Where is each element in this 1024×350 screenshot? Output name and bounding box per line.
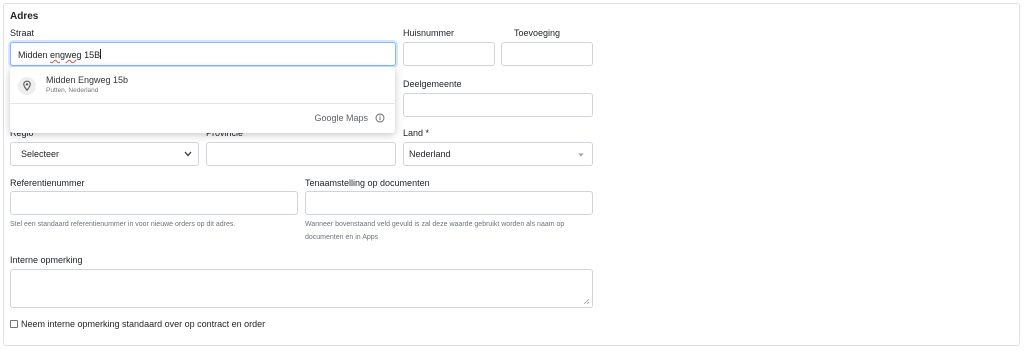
country-label: Land * <box>403 128 430 138</box>
document-name-label: Tenaamstelling op documenten <box>305 178 430 188</box>
internal-note-textarea[interactable] <box>10 269 593 308</box>
suggestion-main-text: Midden Engweg 15b <box>46 75 129 85</box>
autocomplete-dropdown: Midden Engweg 15b Putten, Nederland Goog… <box>10 67 395 133</box>
street-label: Straat <box>10 28 35 38</box>
district-input[interactable] <box>403 93 593 117</box>
internal-note-default-checkbox[interactable] <box>10 320 18 328</box>
province-input[interactable] <box>206 142 396 166</box>
country-select-value: Nederland <box>409 149 451 159</box>
house-number-input[interactable] <box>403 42 495 66</box>
street-input-value: Midden engweg 15B <box>18 49 102 60</box>
reference-help-text: Stel een standaard referentienummer in v… <box>10 221 236 228</box>
info-icon[interactable] <box>375 113 385 123</box>
document-name-input[interactable] <box>305 191 593 215</box>
internal-note-label: Interne opmerking <box>10 255 83 265</box>
addition-label: Toevoeging <box>514 28 561 38</box>
section-title: Adres <box>10 11 39 22</box>
dropdown-divider <box>10 103 395 104</box>
district-label: Deelgemeente <box>403 79 462 89</box>
google-maps-attribution: Google Maps <box>314 113 368 123</box>
country-select[interactable]: Nederland <box>403 142 593 166</box>
street-input[interactable]: Midden engweg 15B <box>10 42 396 66</box>
addition-input[interactable] <box>501 42 593 66</box>
chevron-down-icon <box>184 151 192 157</box>
house-number-label: Huisnummer <box>403 28 455 38</box>
caret-down-icon <box>578 153 584 157</box>
reference-label: Referentienummer <box>10 178 85 188</box>
suggestion-item[interactable]: Midden Engweg 15b Putten, Nederland <box>10 67 395 103</box>
suggestion-secondary-text: Putten, Nederland <box>46 87 99 94</box>
resize-handle-icon[interactable] <box>583 298 590 305</box>
region-select[interactable]: Selecteer <box>10 142 199 166</box>
region-select-value: Selecteer <box>21 149 60 159</box>
checkbox-label: Neem interne opmerking standaard over op… <box>21 319 266 329</box>
location-pin-icon <box>18 77 36 95</box>
document-name-help-text: Wanneer bovenstaand veld gevuld is zal d… <box>305 221 565 241</box>
reference-input[interactable] <box>10 191 298 215</box>
